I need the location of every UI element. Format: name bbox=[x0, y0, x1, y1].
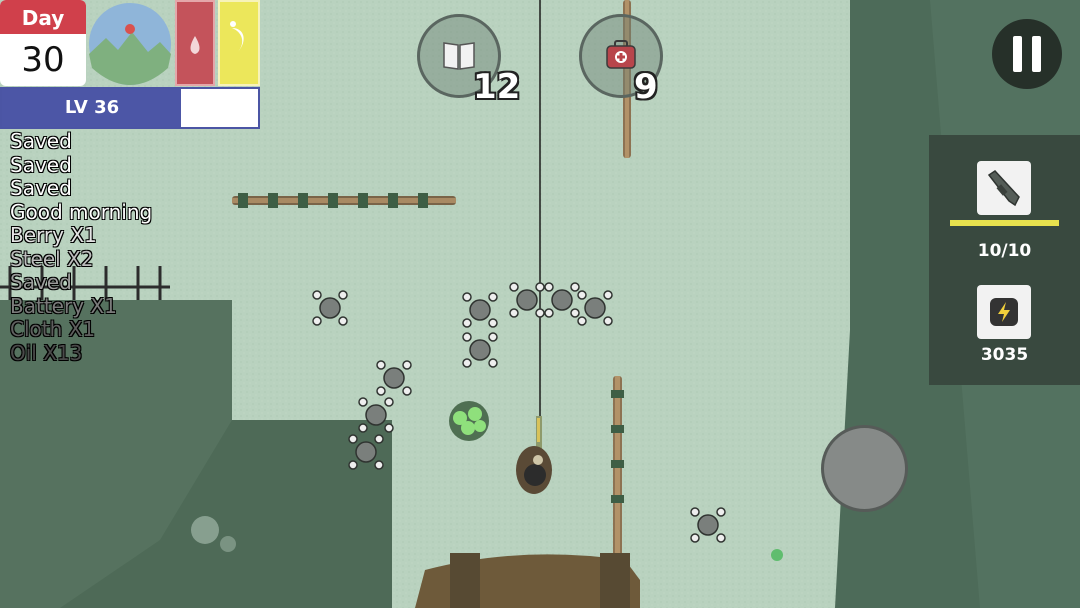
rifle-icon bbox=[987, 170, 1020, 207]
pause-button[interactable] bbox=[992, 19, 1062, 89]
weapon-slot[interactable] bbox=[977, 161, 1031, 215]
joystick[interactable] bbox=[821, 425, 908, 512]
hunger-meter bbox=[218, 0, 260, 86]
event-log: Saved Saved Saved Good morning Berry X1 Steel… bbox=[10, 129, 260, 365]
day-label: Day bbox=[0, 0, 86, 34]
log-line: Good morning bbox=[10, 199, 153, 224]
energy-value: 3035 bbox=[980, 345, 1029, 365]
pause-icon-bar-right bbox=[1032, 36, 1041, 72]
day-night-clock-icon bbox=[89, 3, 171, 85]
water-drop-icon bbox=[190, 36, 200, 54]
game-viewport[interactable]: Day 30 LV 36 Saved Saved Saved Good morning… bbox=[0, 0, 1080, 608]
ammo-count: 10/10 bbox=[977, 241, 1032, 261]
journal-count: 12 bbox=[473, 67, 521, 107]
log-line: Saved bbox=[10, 129, 72, 153]
level-label: LV 36 bbox=[64, 97, 120, 118]
lightning-icon bbox=[990, 298, 1018, 326]
energy-slot[interactable] bbox=[977, 285, 1031, 339]
light-glow-2 bbox=[220, 536, 236, 552]
pause-icon-bar-left bbox=[1013, 36, 1022, 72]
berry-bush bbox=[449, 401, 489, 441]
hydration-meter bbox=[175, 0, 215, 86]
level-progress-bar: LV 36 bbox=[0, 87, 260, 129]
equipment-panel: 10/10 3035 bbox=[929, 135, 1080, 385]
log-line: Saved bbox=[10, 152, 72, 177]
log-line: Battery X1 bbox=[10, 293, 117, 318]
ammo-bar-fill bbox=[950, 220, 1059, 226]
medkit-count: 9 bbox=[634, 67, 658, 107]
small-plant bbox=[771, 549, 783, 561]
day-number: 30 bbox=[21, 40, 65, 80]
food-crescent-icon bbox=[230, 21, 244, 52]
ammo-bar-track bbox=[950, 220, 1059, 226]
log-line: Cloth X1 bbox=[10, 317, 96, 341]
light-glow bbox=[191, 516, 219, 544]
log-line: Saved bbox=[10, 176, 72, 200]
log-line: Oil X13 bbox=[10, 340, 83, 365]
log-line: Steel X2 bbox=[10, 246, 94, 271]
day-counter: Day 30 bbox=[0, 0, 86, 86]
log-line: Saved bbox=[10, 270, 72, 294]
log-line: Berry X1 bbox=[10, 223, 97, 247]
